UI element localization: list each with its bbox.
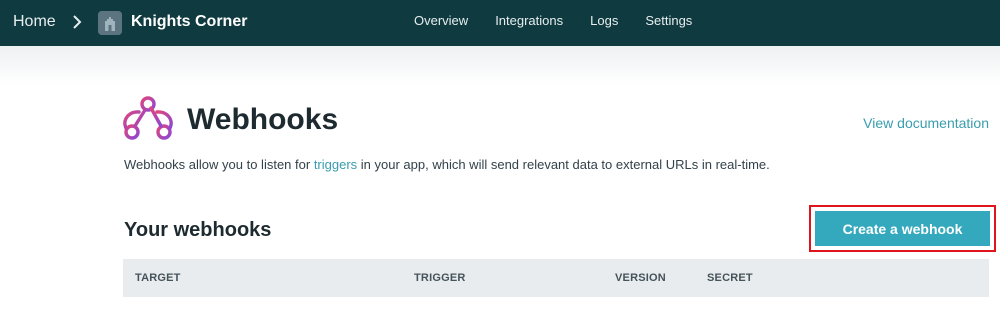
triggers-link[interactable]: triggers <box>314 157 357 172</box>
chevron-right-icon <box>73 15 82 29</box>
description-text-after: in your app, which will send relevant da… <box>357 157 770 172</box>
page-title: Webhooks <box>187 103 339 136</box>
app-name: Knights Corner <box>131 13 248 30</box>
nav-settings[interactable]: Settings <box>645 13 692 28</box>
nav-logs[interactable]: Logs <box>590 13 618 28</box>
column-header-trigger: TRIGGER <box>414 272 466 284</box>
description-text-before: Webhooks allow you to listen for <box>124 157 314 172</box>
nav-integrations[interactable]: Integrations <box>495 13 563 28</box>
webhook-icon <box>123 96 173 140</box>
app-avatar[interactable] <box>98 11 122 35</box>
section-title-your-webhooks: Your webhooks <box>124 219 272 241</box>
view-documentation-link[interactable]: View documentation <box>863 115 989 131</box>
highlight-box: Create a webhook <box>809 205 996 252</box>
main-nav: Overview Integrations Logs Settings <box>414 13 719 28</box>
page-description: Webhooks allow you to listen for trigger… <box>124 157 770 172</box>
castle-icon <box>98 11 122 35</box>
breadcrumb-home-link[interactable]: Home <box>13 13 56 31</box>
column-header-secret: SECRET <box>707 272 753 284</box>
top-navigation-bar: Home Knights Corner Overview Integration… <box>0 0 1000 46</box>
create-webhook-button[interactable]: Create a webhook <box>815 211 990 246</box>
webhooks-table-header: TARGET TRIGGER VERSION SECRET <box>123 259 989 297</box>
column-header-target: TARGET <box>135 272 181 284</box>
column-header-version: VERSION <box>615 272 666 284</box>
nav-overview[interactable]: Overview <box>414 13 468 28</box>
header-shadow <box>0 46 1000 86</box>
